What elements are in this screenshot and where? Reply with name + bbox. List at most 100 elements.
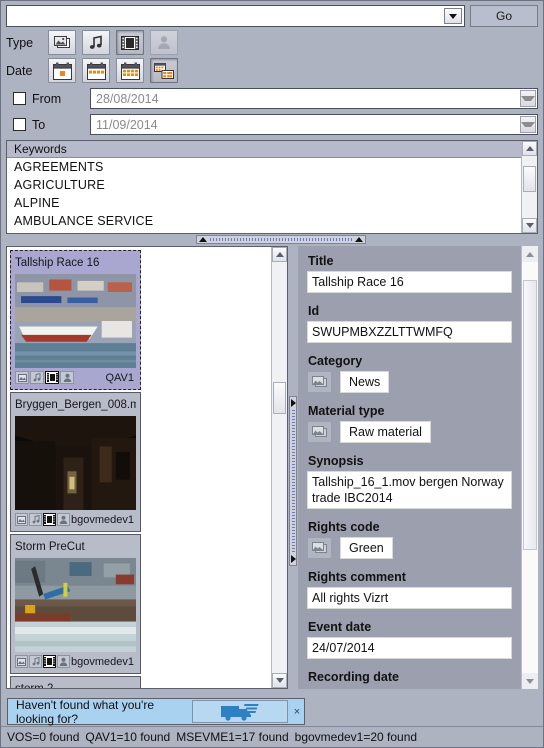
rights-code-label: Rights code [308,520,380,534]
rights-code-row: Green [307,537,512,559]
from-date-field[interactable]: 28/08/2014 [90,88,538,109]
collapse-right-icon[interactable] [290,399,296,407]
title-value[interactable]: Tallship Race 16 [307,271,512,293]
to-date-dropdown-button[interactable] [520,116,536,133]
order-delivery-button[interactable] [192,700,288,723]
thumbnail-card-2[interactable]: Storm PreCut bgovmedev1 [10,534,141,674]
scroll-track[interactable] [522,156,537,218]
promo-text: Haven't found what you're looking for? [16,697,154,726]
calendar-month-icon [120,62,140,80]
thumbnail-footer: QAV1 [15,370,136,385]
recording-date-label: Recording date [308,670,399,684]
thumbnail-grid[interactable]: Tallship Race 16 QAV1 Bryggen_Bergen_008… [7,247,271,688]
id-value[interactable]: SWUPMBXZZLTTWMFQ [307,321,512,343]
grid-scroll-up-button[interactable] [272,247,287,262]
collapse-up-icon[interactable] [199,237,207,242]
status-vos: VOS=0 found [7,730,80,744]
music-note-icon [89,35,102,49]
horizontal-splitter[interactable] [6,235,538,244]
synopsis-value[interactable]: Tallship_16_1.mov bergen Norway trade IB… [307,471,512,509]
rights-comment-value[interactable]: All rights Vizrt [307,587,512,609]
audio-type-button[interactable] [82,30,110,55]
video-type-button[interactable] [116,30,144,55]
grid-scroll-track[interactable] [272,262,287,673]
image-type-button[interactable] [48,30,76,55]
detail-scroll-down-button[interactable] [522,673,538,689]
chevron-up-icon [275,252,284,257]
video-badge-icon [43,655,56,668]
thumbnail-image [15,274,136,368]
search-dropdown-button[interactable] [444,8,462,24]
vertical-splitter[interactable] [288,246,298,689]
collapse-up-icon-2[interactable] [355,237,363,242]
scroll-thumb[interactable] [523,166,536,192]
keywords-column: Keywords AGREEMENTS AGRICULTURE ALPINE A… [7,141,521,233]
to-date-checkbox[interactable] [13,118,26,131]
rights-code-picker-icon[interactable] [307,537,332,559]
list-item[interactable]: AGRICULTURE [7,176,521,194]
promo-banner[interactable]: Haven't found what you're looking for? × [7,697,305,726]
scroll-up-button[interactable] [522,141,537,156]
date-range-button[interactable] [150,58,178,83]
material-type-row: Raw material [307,421,512,443]
keywords-list[interactable]: AGREEMENTS AGRICULTURE ALPINE AMBULANCE … [7,158,521,233]
list-item[interactable]: ALPINE [7,194,521,212]
detail-scroll-track[interactable] [522,262,538,673]
to-date-row: To 11/09/2014 [6,114,538,135]
detail-scroll-thumb[interactable] [523,280,537,550]
image-icon [312,426,327,437]
detail-scrollbar[interactable] [521,246,538,689]
thumbnail-title: Storm PreCut [15,541,85,553]
date-week-button[interactable] [82,58,110,83]
search-combobox[interactable] [6,5,465,27]
status-qav1: QAV1=10 found [85,730,171,744]
person-icon [158,36,170,49]
calendar-week-icon [86,62,106,80]
category-value[interactable]: News [340,371,390,393]
close-icon[interactable]: × [290,706,304,718]
material-type-value[interactable]: Raw material [340,421,431,443]
date-filter-row: Date [6,58,538,83]
rights-comment-label: Rights comment [308,570,406,584]
title-label: Title [308,254,334,268]
from-date-dropdown-button[interactable] [520,90,536,107]
material-type-picker-icon[interactable] [307,421,332,443]
keywords-header[interactable]: Keywords [7,141,521,158]
thumbnail-title: Tallship Race 16 [15,257,100,269]
collapse-right-icon-2[interactable] [290,555,296,563]
status-bgovmedev1: bgovmedev1=20 found [294,730,418,744]
scroll-down-button[interactable] [522,218,537,233]
search-input[interactable] [7,6,442,26]
list-item[interactable]: ANIMAL ILL-TREATMENT [7,230,521,233]
to-date-field[interactable]: 11/09/2014 [90,114,538,135]
thumbnail-card-3[interactable]: storm 2 [10,676,141,688]
go-button[interactable]: Go [470,5,538,27]
thumbnail-card-0[interactable]: Tallship Race 16 QAV1 [10,250,141,390]
audio-badge-icon [30,371,44,384]
detail-scroll-up-button[interactable] [522,246,538,262]
date-day-button[interactable] [48,58,76,83]
results-grid-pane: Tallship Race 16 QAV1 Bryggen_Bergen_008… [6,246,288,689]
thumbnail-footer: bgovmedev1 [15,654,136,669]
date-month-button[interactable] [116,58,144,83]
material-type-label: Material type [308,404,385,418]
vertical-splitter-grip[interactable] [289,396,297,566]
list-item[interactable]: AMBULANCE SERVICE [7,212,521,230]
grid-scroll-down-button[interactable] [272,673,287,688]
splitter-grip[interactable] [196,235,366,244]
grid-scroll-thumb[interactable] [273,382,286,414]
keywords-scrollbar[interactable] [521,141,537,233]
list-item[interactable]: AGREEMENTS [7,158,521,176]
grid-scrollbar[interactable] [271,247,287,688]
rights-code-value[interactable]: Green [340,537,393,559]
person-type-button[interactable] [150,30,178,55]
chevron-down-icon [275,678,284,683]
person-badge-icon [57,655,70,668]
category-picker-icon[interactable] [307,371,332,393]
event-date-value[interactable]: 24/07/2014 [307,637,512,659]
delivery-truck-icon [221,703,259,721]
from-date-checkbox[interactable] [13,92,26,105]
chevron-down-icon [521,122,535,127]
date-label: Date [6,63,33,78]
thumbnail-card-1[interactable]: Bryggen_Bergen_008.m bgovmedev1 [10,392,141,532]
